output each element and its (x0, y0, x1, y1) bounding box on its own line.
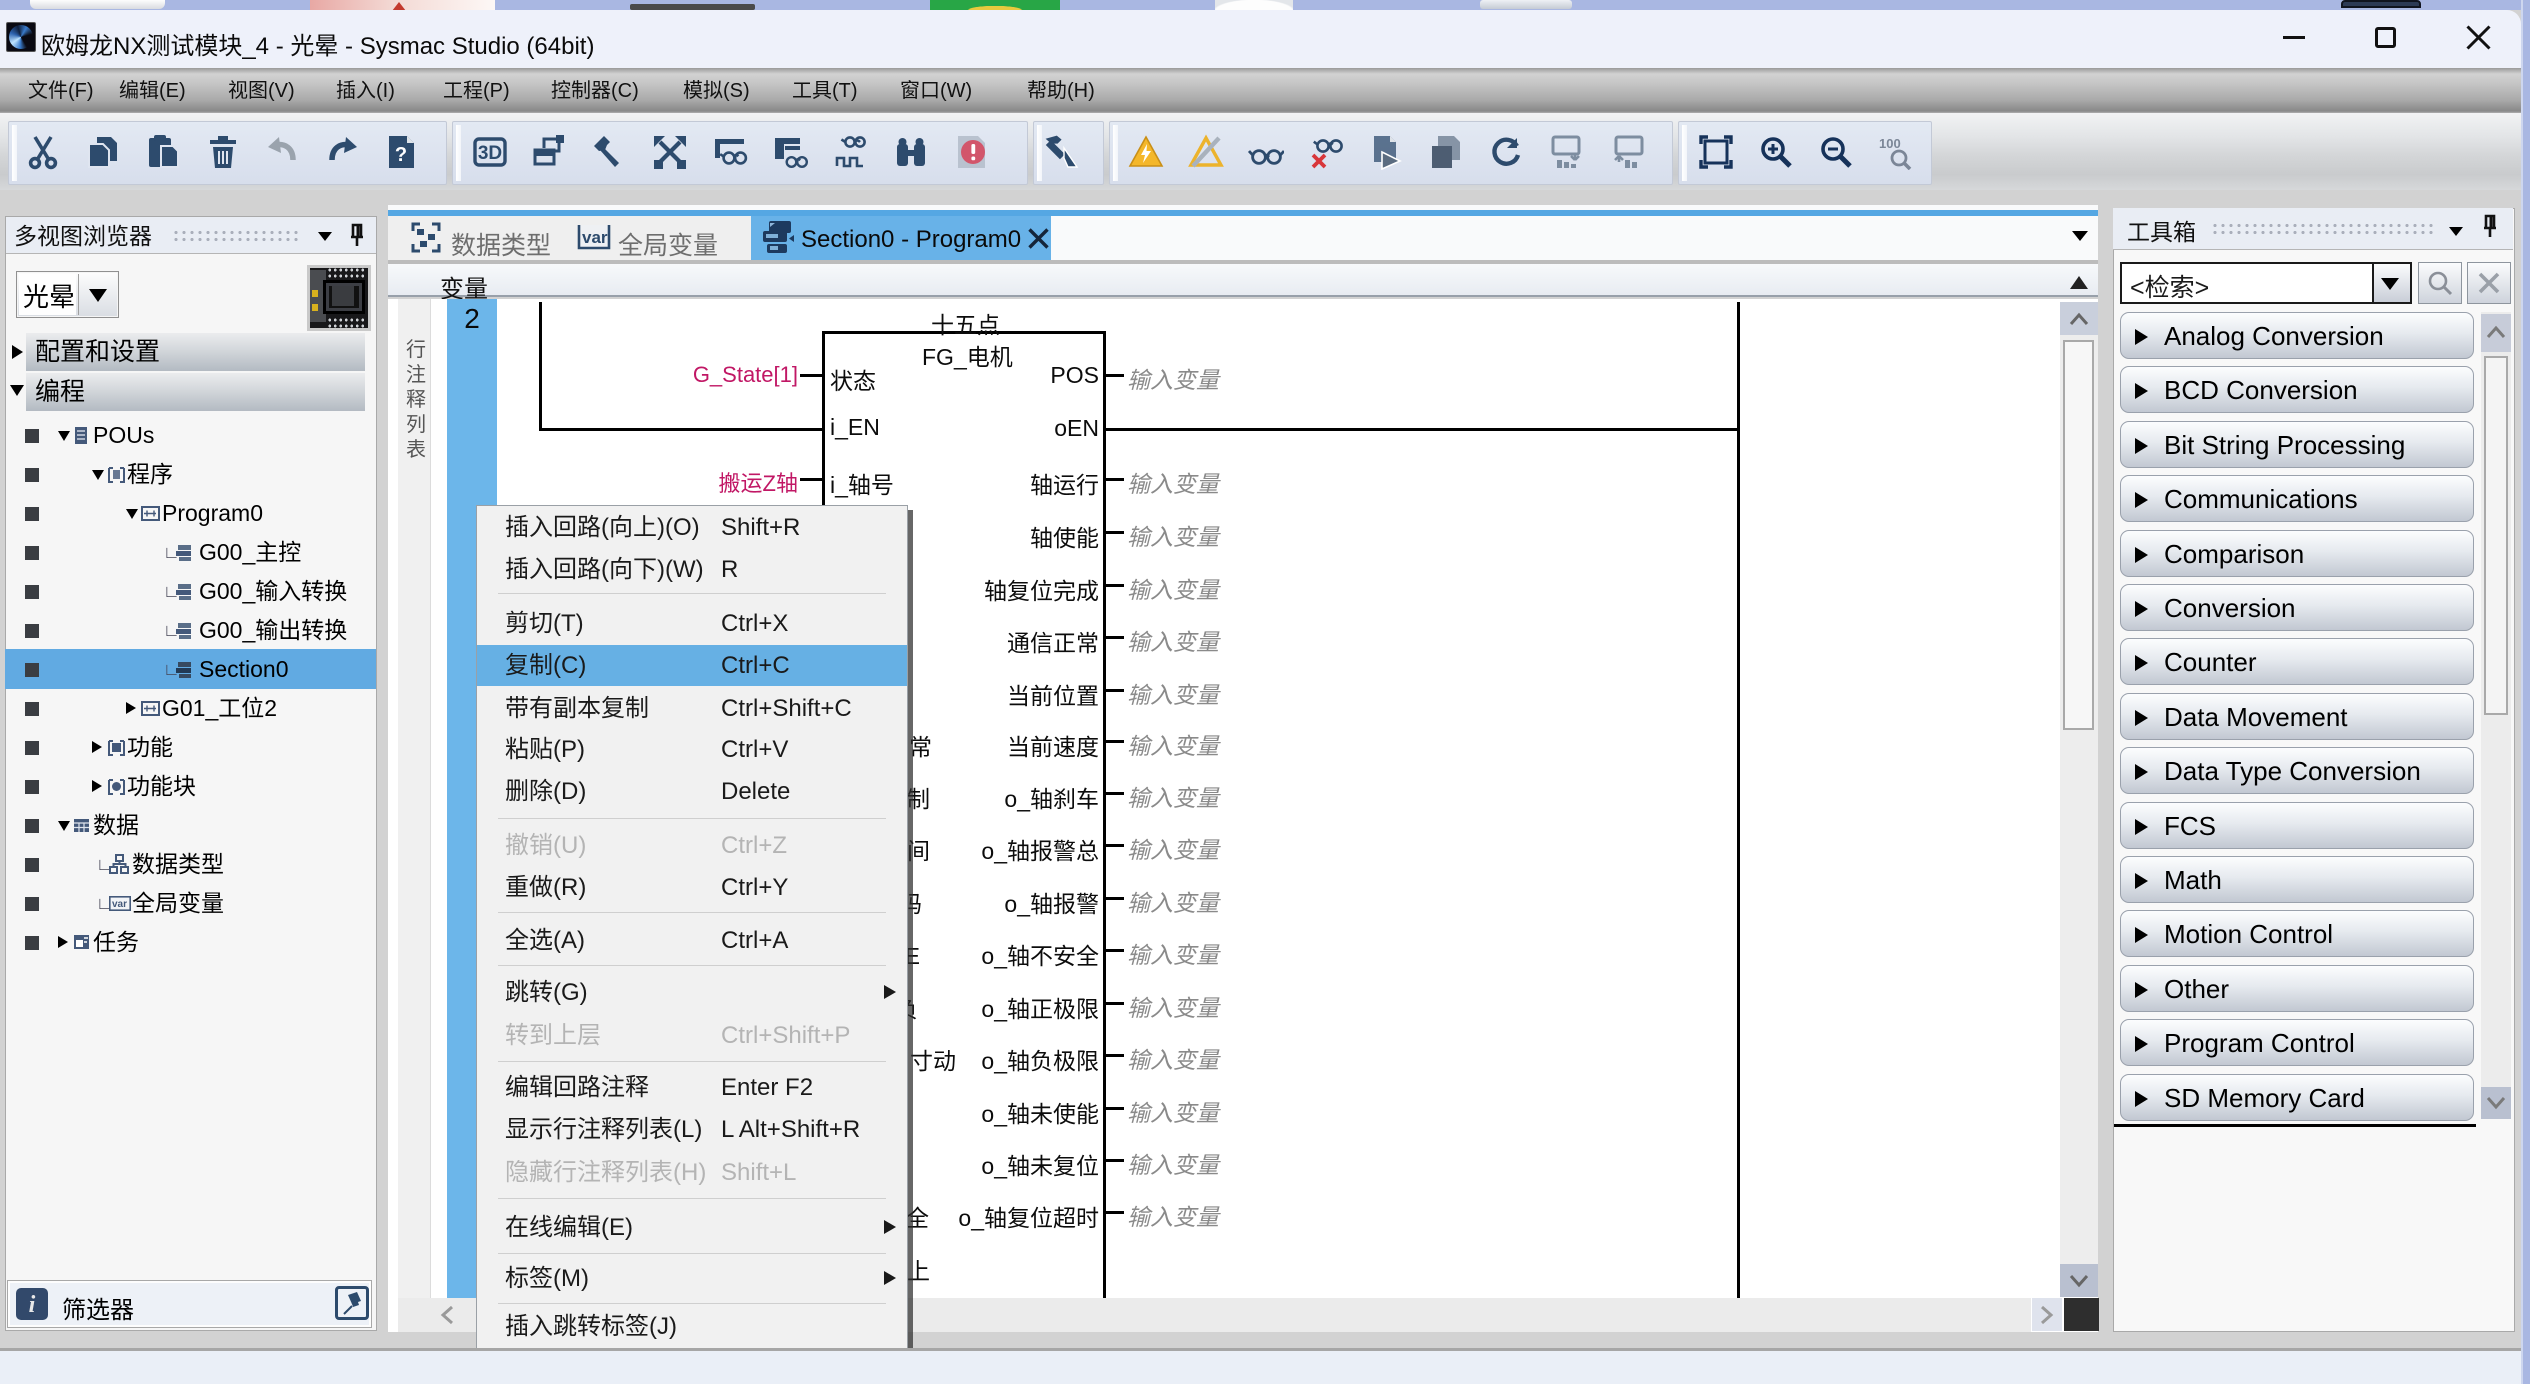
svg-text:?: ? (395, 144, 407, 166)
svg-text:3D: 3D (478, 143, 502, 164)
svg-text:var: var (582, 228, 608, 247)
svg-text:var: var (112, 899, 127, 910)
svg-text:100: 100 (1879, 136, 1901, 151)
